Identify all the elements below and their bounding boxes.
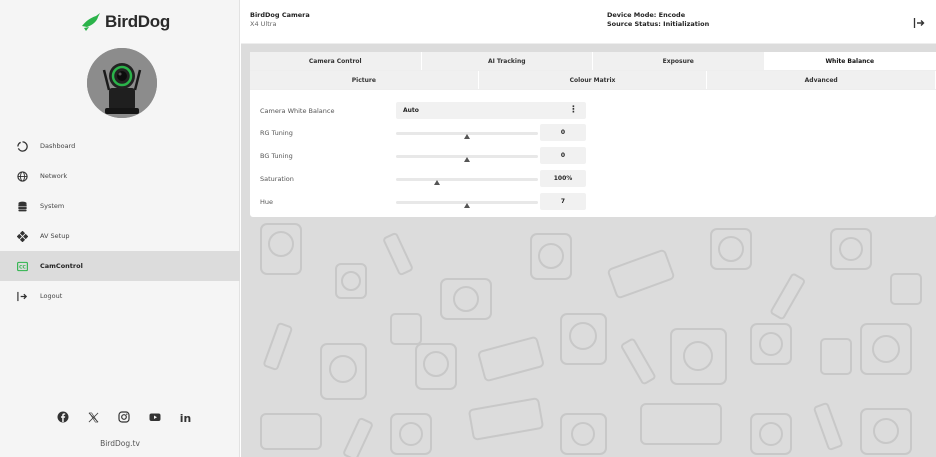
birddog-logo[interactable]: BirdDog xyxy=(80,12,170,32)
social-links: in xyxy=(56,410,192,424)
sidebar-item-label: CamControl xyxy=(40,262,83,270)
white-balance-mode-select[interactable]: Auto ⋮ xyxy=(396,102,586,119)
camera-image-icon xyxy=(87,48,157,118)
site-link[interactable]: BirdDog.tv xyxy=(0,439,240,448)
logout-icon xyxy=(16,290,28,302)
logo-text: BirdDog xyxy=(105,12,170,31)
device-mode: Device Mode: Encode xyxy=(607,11,686,19)
camera-avatar xyxy=(87,48,157,118)
tab-picture[interactable]: Picture xyxy=(250,71,479,89)
saturation-value[interactable]: 100% xyxy=(540,170,586,187)
x-icon[interactable] xyxy=(87,410,101,424)
rg-tuning-row: RG Tuning 0 xyxy=(250,123,936,143)
sidebar-item-av-setup[interactable]: AV Setup xyxy=(0,221,240,251)
camera-title: BirdDog Camera xyxy=(250,11,310,19)
tab-row-1: Camera Control AI Tracking Exposure Whit… xyxy=(250,52,936,71)
white-balance-panel: Camera Control AI Tracking Exposure Whit… xyxy=(250,52,936,217)
tab-advanced[interactable]: Advanced xyxy=(707,71,936,89)
instagram-icon[interactable] xyxy=(117,410,131,424)
sidebar-item-label: System xyxy=(40,202,65,210)
hue-slider-thumb[interactable] xyxy=(464,203,470,208)
rg-tuning-slider-thumb[interactable] xyxy=(464,134,470,139)
sidebar-item-label: AV Setup xyxy=(40,232,70,240)
more-options-icon: ⋮ xyxy=(569,105,578,115)
hue-row: Hue 7 xyxy=(250,192,936,212)
database-icon xyxy=(16,200,28,212)
sidebar-item-label: Logout xyxy=(40,292,63,300)
header-bar: BirdDog Camera X4 Ultra Device Mode: Enc… xyxy=(241,0,936,44)
camcontrol-icon: CC xyxy=(16,260,28,272)
header-logout-icon[interactable] xyxy=(913,17,925,29)
white-balance-mode-value: Auto xyxy=(403,107,419,114)
av-setup-icon xyxy=(16,230,28,242)
svg-text:in: in xyxy=(179,411,190,423)
white-balance-mode-row: Camera White Balance Auto ⋮ xyxy=(250,101,936,121)
saturation-slider[interactable] xyxy=(396,178,538,181)
sidebar: BirdDog Dashboard Network System AV Setu… xyxy=(0,0,240,457)
camera-model: X4 Ultra xyxy=(250,20,277,28)
sidebar-item-logout[interactable]: Logout xyxy=(0,281,240,311)
rg-tuning-value[interactable]: 0 xyxy=(540,124,586,141)
saturation-slider-thumb[interactable] xyxy=(434,180,441,185)
sidebar-item-network[interactable]: Network xyxy=(0,161,240,191)
sidebar-item-dashboard[interactable]: Dashboard xyxy=(0,131,240,161)
tab-colour-matrix[interactable]: Colour Matrix xyxy=(478,71,708,89)
facebook-icon[interactable] xyxy=(56,410,70,424)
tab-camera-control[interactable]: Camera Control xyxy=(250,52,422,70)
bird-logo-icon xyxy=(82,13,100,31)
saturation-label: Saturation xyxy=(260,175,294,183)
youtube-icon[interactable] xyxy=(148,410,162,424)
sidebar-item-label: Network xyxy=(40,172,68,180)
dashboard-icon xyxy=(16,140,28,152)
sidebar-item-system[interactable]: System xyxy=(0,191,240,221)
globe-icon xyxy=(16,170,28,182)
rg-tuning-label: RG Tuning xyxy=(260,129,293,137)
sidebar-item-label: Dashboard xyxy=(40,142,76,150)
tab-white-balance[interactable]: White Balance xyxy=(764,52,936,70)
bg-tuning-slider-thumb[interactable] xyxy=(464,157,470,162)
tab-row-2: Picture Colour Matrix Advanced xyxy=(250,71,936,90)
svg-text:CC: CC xyxy=(19,264,26,270)
hue-value[interactable]: 7 xyxy=(540,193,586,210)
white-balance-mode-label: Camera White Balance xyxy=(260,107,335,115)
linkedin-icon[interactable]: in xyxy=(178,410,192,424)
sidebar-item-camcontrol[interactable]: CC CamControl xyxy=(0,251,240,281)
hue-label: Hue xyxy=(260,198,274,206)
saturation-row: Saturation 100% xyxy=(250,169,936,189)
bg-tuning-value[interactable]: 0 xyxy=(540,147,586,164)
tab-exposure[interactable]: Exposure xyxy=(593,52,765,70)
source-status: Source Status: Initialization xyxy=(607,20,710,28)
sidebar-nav: Dashboard Network System AV Setup CC Cam… xyxy=(0,131,240,311)
tab-ai-tracking[interactable]: AI Tracking xyxy=(421,52,593,70)
camera-settings-tabs: Camera Control AI Tracking Exposure Whit… xyxy=(250,52,936,90)
bg-tuning-label: BG Tuning xyxy=(260,152,293,160)
bg-tuning-row: BG Tuning 0 xyxy=(250,146,936,166)
